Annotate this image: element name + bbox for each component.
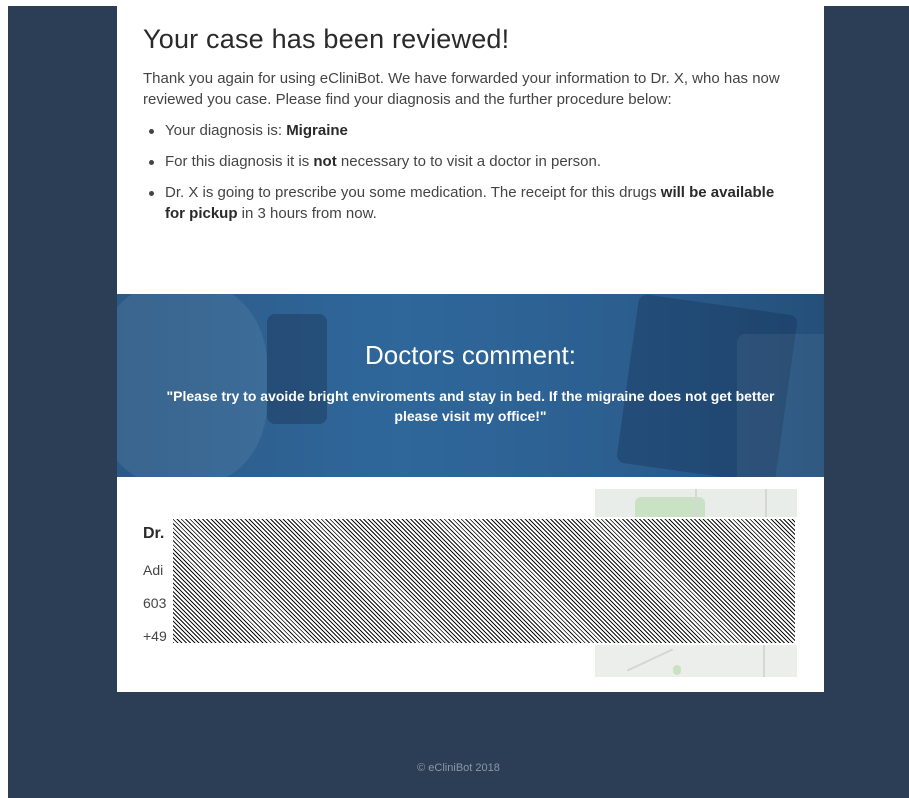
doctor-postal-code: 603 <box>143 595 167 611</box>
bullet-text: in 3 hours from now. <box>237 205 377 222</box>
list-item-prescription: Dr. X is going to prescribe you some med… <box>143 182 798 224</box>
banner-title: Doctors comment: <box>365 340 576 370</box>
intro-text: Thank you again for using eCliniBot. We … <box>143 70 780 108</box>
diagnosis-value: Migraine <box>286 122 348 139</box>
procedure-list: Your diagnosis is: Migraine For this dia… <box>143 120 798 224</box>
map-road <box>626 648 674 672</box>
bullet-text: Dr. X is going to prescribe you some med… <box>165 184 661 201</box>
doctor-comment-banner: Doctors comment: "Please try to avoide b… <box>117 294 824 477</box>
redacted-area <box>173 519 795 643</box>
map-marker <box>673 665 681 675</box>
map-thumbnail <box>595 645 797 677</box>
map-road <box>765 489 767 517</box>
map-road <box>695 489 697 517</box>
map-thumbnail <box>595 489 797 517</box>
footer-copyright: © eCliniBot 2018 <box>417 762 500 774</box>
review-section: Your case has been reviewed! Thank you a… <box>117 6 824 294</box>
doctor-name: Dr. <box>143 525 165 542</box>
list-item-diagnosis: Your diagnosis is: Migraine <box>143 120 798 141</box>
email-card: Your case has been reviewed! Thank you a… <box>117 6 824 692</box>
bullet-text: necessary to to visit a doctor in person… <box>336 153 602 170</box>
page-title: Your case has been reviewed! <box>143 24 510 54</box>
bullet-text: For this diagnosis it is <box>165 153 314 170</box>
list-item-visit: For this diagnosis it is not necessary t… <box>143 151 798 172</box>
bullet-text: Your diagnosis is: <box>165 122 287 139</box>
bullet-emphasis: not <box>313 153 337 170</box>
doctor-contact-section: Dr. Adi 603 +49 <box>117 477 824 692</box>
doctor-address-line: Adi <box>143 562 164 578</box>
doctor-phone: +49 <box>143 628 167 644</box>
doctor-quote: "Please try to avoide bright enviroments… <box>166 388 775 424</box>
map-road <box>763 645 765 677</box>
